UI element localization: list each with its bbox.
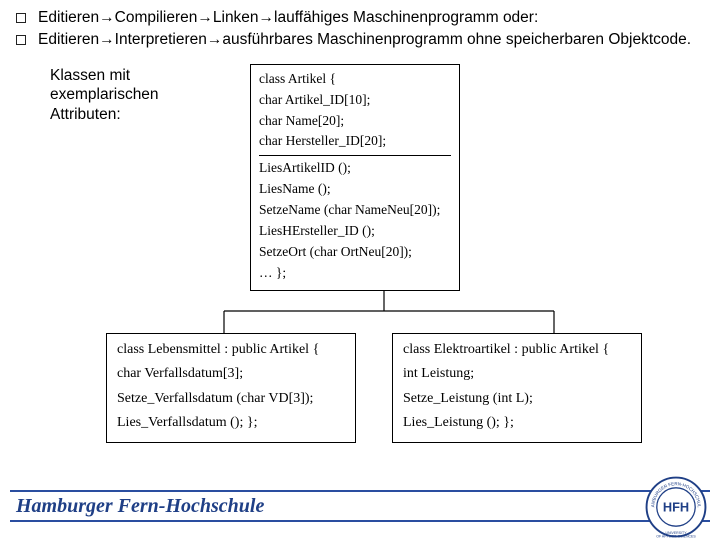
code-line: LiesName (); — [259, 179, 451, 200]
slide-footer: Hamburger Fern-Hochschule HFH HAMBURGER … — [0, 478, 720, 540]
code-line: class Elektroartikel : public Artikel { — [403, 338, 631, 363]
code-line: class Lebensmittel : public Artikel { — [117, 338, 345, 363]
section-label: Klassen mit exemplarischen Attributen: — [50, 64, 220, 291]
code-line: char Name[20]; — [259, 111, 451, 132]
code-line: Lies_Leistung (); }; — [403, 411, 631, 436]
bullet-list: Editieren→Compilieren→Linken→lauffähiges… — [14, 8, 706, 50]
code-line: char Verfallsdatum[3]; — [117, 362, 345, 387]
svg-text:OF APPLIED SCIENCES: OF APPLIED SCIENCES — [656, 535, 696, 539]
bullet-marker-icon — [16, 13, 26, 23]
code-line: Lies_Verfallsdatum (); }; — [117, 411, 345, 436]
footer-title: Hamburger Fern-Hochschule — [16, 495, 264, 518]
divider — [259, 155, 451, 156]
class-section: Klassen mit exemplarischen Attributen: c… — [14, 64, 706, 291]
code-line: char Hersteller_ID[20]; — [259, 131, 451, 152]
code-box-artikel: class Artikel { char Artikel_ID[10]; cha… — [250, 64, 460, 291]
code-line: LiesArtikelID (); — [259, 158, 451, 179]
slide-content: Editieren→Compilieren→Linken→lauffähiges… — [0, 0, 720, 461]
code-line: SetzeOrt (char OrtNeu[20]); — [259, 242, 451, 263]
bullet-item: Editieren→Compilieren→Linken→lauffähiges… — [14, 8, 706, 28]
svg-text:HFH: HFH — [663, 499, 689, 514]
hfh-logo-icon: HFH HAMBURGER FERN-HOCHSCHULE UNIVERSITY… — [644, 475, 708, 539]
bullet-text: Editieren→Compilieren→Linken→lauffähiges… — [38, 8, 706, 28]
inheritance-tree: class Lebensmittel : public Artikel { ch… — [14, 291, 706, 461]
code-line: char Artikel_ID[10]; — [259, 90, 451, 111]
bullet-item: Editieren→Interpretieren→ausführbares Ma… — [14, 30, 706, 50]
code-line: class Artikel { — [259, 69, 451, 90]
footer-rule — [10, 520, 710, 522]
code-box-elektroartikel: class Elektroartikel : public Artikel { … — [392, 333, 642, 443]
footer-rule — [10, 490, 710, 492]
code-line: int Leistung; — [403, 362, 631, 387]
code-box-lebensmittel: class Lebensmittel : public Artikel { ch… — [106, 333, 356, 443]
code-line: LiesHErsteller_ID (); — [259, 221, 451, 242]
code-line: Setze_Leistung (int L); — [403, 387, 631, 412]
bullet-text: Editieren→Interpretieren→ausführbares Ma… — [38, 30, 706, 50]
code-line: Setze_Verfallsdatum (char VD[3]); — [117, 387, 345, 412]
code-line: … }; — [259, 263, 451, 284]
code-line: SetzeName (char NameNeu[20]); — [259, 200, 451, 221]
bullet-marker-icon — [16, 35, 26, 45]
